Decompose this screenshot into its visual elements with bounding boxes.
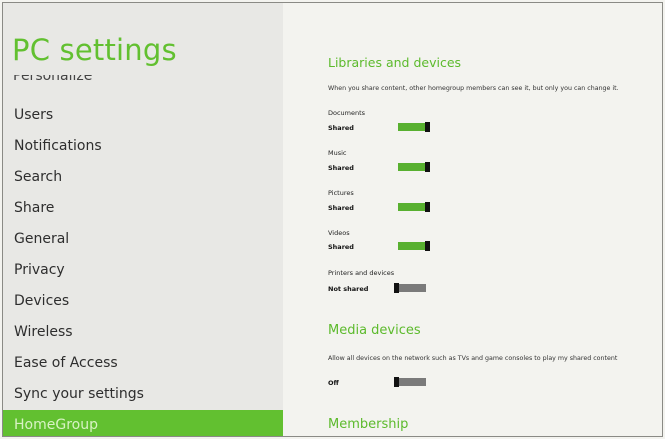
music-state: Shared bbox=[328, 164, 354, 172]
toggle-thumb bbox=[425, 241, 430, 251]
media-devices-description: Allow all devices on the network such as… bbox=[328, 355, 618, 362]
homegroup-content: Libraries and devices When you share con… bbox=[284, 3, 662, 436]
toggle-thumb bbox=[425, 202, 430, 212]
media-devices-section-title: Media devices bbox=[328, 323, 421, 338]
sidebar-item-share[interactable]: Share bbox=[3, 193, 283, 224]
music-toggle[interactable] bbox=[398, 162, 430, 172]
printers-and-devices-toggle[interactable] bbox=[394, 283, 426, 293]
pictures-label: Pictures bbox=[328, 189, 354, 197]
videos-label: Videos bbox=[328, 229, 350, 237]
sidebar-item-ease-of-access[interactable]: Ease of Access bbox=[3, 348, 283, 379]
media-devices-state: Off bbox=[328, 379, 339, 387]
membership-section-title: Membership bbox=[328, 417, 409, 432]
toggle-thumb bbox=[425, 162, 430, 172]
printers-and-devices-state: Not shared bbox=[328, 285, 369, 293]
sidebar-item-general[interactable]: General bbox=[3, 224, 283, 255]
sidebar-item-homegroup[interactable]: HomeGroup bbox=[3, 410, 283, 436]
music-label: Music bbox=[328, 149, 347, 157]
documents-label: Documents bbox=[328, 109, 366, 117]
printers-and-devices-label: Printers and devices bbox=[328, 269, 395, 277]
toggle-thumb bbox=[425, 122, 430, 132]
libraries-section-title: Libraries and devices bbox=[328, 55, 462, 70]
sidebar-item-devices[interactable]: Devices bbox=[3, 286, 283, 317]
sidebar-item-sync-your-settings[interactable]: Sync your settings bbox=[3, 379, 283, 410]
pictures-toggle[interactable] bbox=[398, 202, 430, 212]
pictures-state: Shared bbox=[328, 204, 354, 212]
app-title: PC settings bbox=[12, 33, 177, 67]
sidebar: PC settings Personalize Users Notificati… bbox=[3, 3, 283, 436]
libraries-description: When you share content, other homegroup … bbox=[328, 85, 619, 92]
sidebar-item-search[interactable]: Search bbox=[3, 162, 283, 193]
videos-state: Shared bbox=[328, 243, 354, 251]
videos-toggle[interactable] bbox=[398, 241, 430, 251]
sidebar-nav: Users Notifications Search Share General… bbox=[3, 100, 283, 436]
pc-settings-window: PC settings Personalize Users Notificati… bbox=[2, 2, 663, 437]
documents-toggle[interactable] bbox=[398, 122, 430, 132]
sidebar-item-notifications[interactable]: Notifications bbox=[3, 131, 283, 162]
sidebar-item-users[interactable]: Users bbox=[3, 100, 283, 131]
sidebar-item-personalize[interactable]: Personalize bbox=[13, 75, 92, 89]
media-devices-toggle[interactable] bbox=[394, 377, 426, 387]
documents-state: Shared bbox=[328, 124, 354, 132]
toggle-thumb bbox=[394, 377, 399, 387]
sidebar-item-wireless[interactable]: Wireless bbox=[3, 317, 283, 348]
sidebar-item-label: Personalize bbox=[13, 75, 93, 84]
sidebar-item-privacy[interactable]: Privacy bbox=[3, 255, 283, 286]
toggle-thumb bbox=[394, 283, 399, 293]
